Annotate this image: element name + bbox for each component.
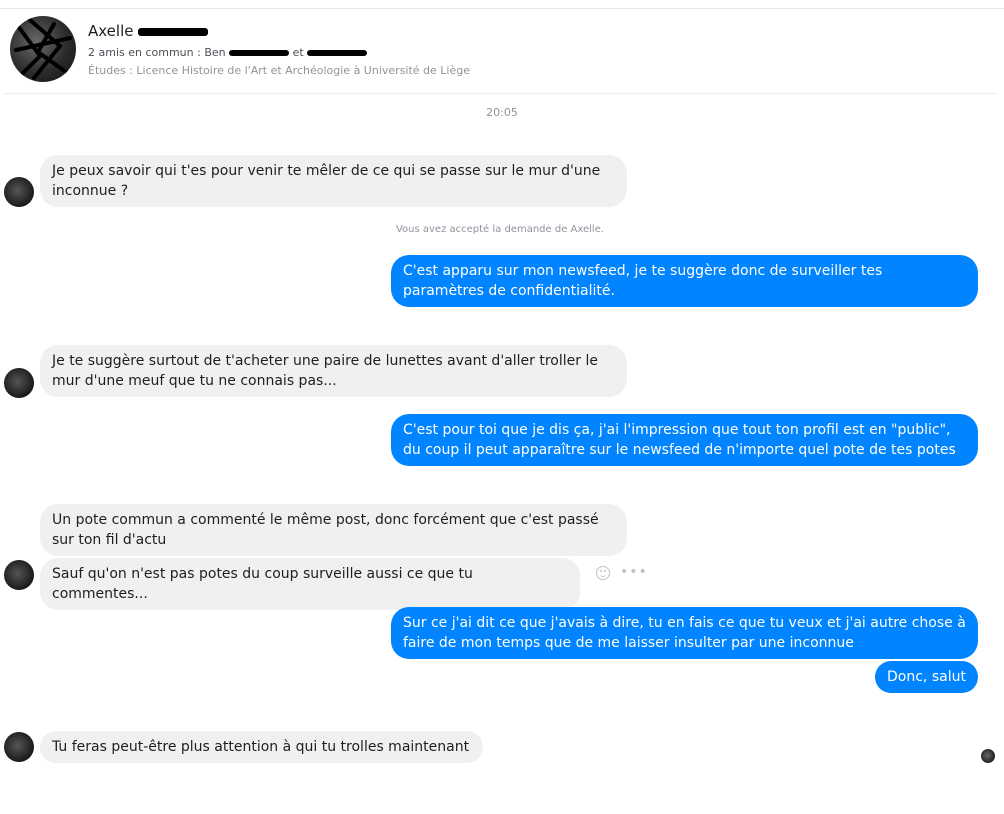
mutual-friends: 2 amis en commun : Ben et — [88, 46, 368, 59]
message-actions: ••• — [596, 565, 656, 582]
mutual-friends-tail: et — [292, 46, 304, 59]
contact-name[interactable]: Axelle — [88, 22, 209, 40]
incoming-message[interactable]: Je te suggère surtout de t'acheter une p… — [40, 345, 627, 397]
outgoing-message[interactable]: Sur ce j'ai dit ce que j'avais à dire, t… — [391, 607, 978, 659]
message-timestamp: 20:05 — [486, 106, 518, 119]
contact-first-name: Axelle — [88, 22, 134, 40]
system-message: Vous avez accepté la demande de Axelle. — [0, 224, 1000, 235]
seen-indicator-avatar — [981, 749, 995, 763]
outgoing-message[interactable]: C'est pour toi que je dis ça, j'ai l'imp… — [391, 414, 978, 466]
sender-avatar[interactable] — [4, 732, 34, 762]
incoming-message[interactable]: Tu feras peut-être plus attention à qui … — [40, 731, 483, 763]
redaction-mark — [138, 27, 209, 36]
redaction-mark — [229, 50, 290, 56]
system-message-text: Vous avez accepté la demande de Axelle. — [395, 224, 605, 235]
contact-avatar[interactable] — [10, 16, 76, 82]
top-divider — [0, 8, 1004, 9]
conversation-header: Axelle 2 amis en commun : Ben et Études … — [10, 16, 1000, 94]
more-options-icon[interactable]: ••• — [620, 565, 648, 580]
emoji-icon[interactable] — [596, 566, 610, 580]
sender-avatar[interactable] — [4, 368, 34, 398]
incoming-message[interactable]: Sauf qu'on n'est pas potes du coup surve… — [40, 558, 580, 610]
incoming-message[interactable]: Je peux savoir qui t'es pour venir te mê… — [40, 155, 627, 207]
mutual-friends-text: 2 amis en commun : Ben — [88, 46, 226, 59]
redaction-mark — [307, 50, 368, 56]
studies-info: Études : Licence Histoire de l'Art et Ar… — [88, 64, 471, 77]
header-divider — [4, 93, 998, 94]
outgoing-message[interactable]: Donc, salut — [875, 661, 978, 693]
outgoing-message[interactable]: C'est apparu sur mon newsfeed, je te sug… — [391, 255, 978, 307]
sender-avatar[interactable] — [4, 177, 34, 207]
incoming-message[interactable]: Un pote commun a commenté le même post, … — [40, 504, 627, 556]
sender-avatar[interactable] — [4, 560, 34, 590]
